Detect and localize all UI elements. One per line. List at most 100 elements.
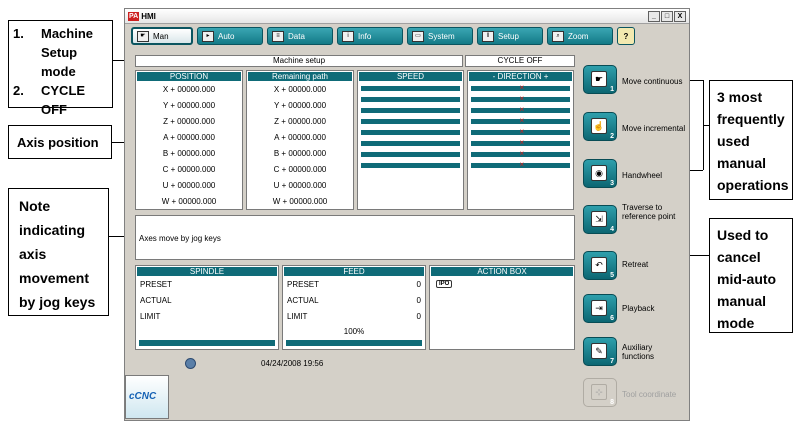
- button-number: 3: [610, 180, 614, 187]
- position-b: B + 00000.000: [162, 149, 216, 158]
- tab-info-label: Info: [358, 31, 372, 41]
- window-title: HMI: [141, 11, 156, 21]
- direction-marker: ×: [519, 116, 525, 125]
- axis-position-label: Axis position: [17, 135, 99, 150]
- remaining-z: Z + 00000.000: [274, 117, 326, 126]
- tab-zoom[interactable]: ⌕ Zoom: [547, 27, 613, 45]
- tool-coordinate-icon: ⊹: [591, 384, 607, 400]
- remaining-b: B + 00000.000: [273, 149, 327, 158]
- tab-system-label: System: [428, 31, 455, 41]
- position-u: U + 00000.000: [162, 181, 216, 190]
- position-panel: POSITION X + 00000.000 Y + 00000.000 Z +…: [135, 70, 243, 210]
- feed-actual-value: 0: [416, 296, 421, 305]
- direction-bar-u: ×: [471, 149, 570, 158]
- tool-coordinate-label: Tool coordinate: [622, 390, 677, 399]
- handwheel-button[interactable]: ◉ 3: [583, 159, 617, 188]
- direction-marker: ×: [519, 83, 525, 92]
- speed-bar-u: [361, 152, 460, 157]
- auxiliary-functions-button[interactable]: ✎ 7: [583, 337, 617, 366]
- remaining-u: U + 00000.000: [273, 181, 327, 190]
- main-area: Machine setup CYCLE OFF POSITION X + 000…: [131, 55, 579, 350]
- hand-icon: ☛: [137, 30, 149, 42]
- tool-coordinate-button[interactable]: ⊹ 8: [583, 378, 617, 407]
- feed-header: FEED: [284, 267, 424, 276]
- tab-info[interactable]: i Info: [337, 27, 403, 45]
- handwheel-label: Handwheel: [622, 171, 663, 180]
- spindle-preset-label: PRESET: [140, 280, 173, 289]
- help-button[interactable]: ?: [617, 27, 635, 45]
- position-header: POSITION: [137, 72, 241, 81]
- remaining-y: Y + 00000.000: [273, 101, 327, 110]
- position-a: A + 00000.000: [163, 133, 215, 142]
- logo-text: cCNC: [129, 391, 157, 402]
- move-continuous-button[interactable]: ☛ 1: [583, 65, 617, 94]
- zoom-icon: ⌕: [552, 30, 564, 42]
- position-w: W + 00000.000: [161, 197, 217, 206]
- button-number: 4: [610, 226, 614, 233]
- feed-panel: FEED PRESET 0 ACTUAL 0 LIMIT 0 100%: [282, 265, 426, 350]
- tab-system[interactable]: ▭ System: [407, 27, 473, 45]
- playback-button[interactable]: ⇥ 6: [583, 294, 617, 323]
- callout-text-1: Machine Setup mode: [41, 26, 94, 79]
- action-box-header: ACTION BOX: [431, 267, 573, 276]
- callout-num-1: 1.: [13, 26, 24, 41]
- retreat-button[interactable]: ↶ 5: [583, 251, 617, 280]
- button-number: 2: [610, 133, 614, 140]
- spindle-panel: SPINDLE PRESET ACTUAL LIMIT: [135, 265, 279, 350]
- speed-bar-w: [361, 163, 460, 168]
- cycle-status: CYCLE OFF: [465, 55, 575, 67]
- button-number: 5: [610, 272, 614, 279]
- button-number: 8: [610, 399, 614, 406]
- speed-bar-c: [361, 141, 460, 146]
- feed-preset-label: PRESET: [287, 280, 320, 289]
- direction-marker: ×: [519, 127, 525, 136]
- spindle-row: ACTUAL: [136, 293, 278, 309]
- position-z: Z + 00000.000: [163, 117, 215, 126]
- direction-bar-w: ×: [471, 160, 570, 169]
- traverse-reference-label: Traverse to reference point: [622, 203, 676, 221]
- tab-setup[interactable]: ‖ Setup: [477, 27, 543, 45]
- remaining-w: W + 00000.000: [272, 197, 328, 206]
- feed-bar: [286, 340, 422, 346]
- auxiliary-functions-icon: ✎: [591, 343, 607, 359]
- direction-marker: ×: [519, 105, 525, 114]
- traverse-reference-button[interactable]: ⇲ 4: [583, 205, 617, 234]
- ipo-badge: IPO: [436, 280, 453, 288]
- bracket-top: [688, 80, 703, 81]
- retreat-icon: ↶: [591, 257, 607, 273]
- handwheel-icon: ◉: [591, 165, 607, 181]
- speed-bar-y: [361, 97, 460, 102]
- feed-limit-label: LIMIT: [287, 312, 308, 321]
- speed-panel: SPEED: [357, 70, 464, 210]
- speed-bar-a: [361, 119, 460, 124]
- bracket-bottom: [688, 170, 703, 171]
- move-incremental-button[interactable]: ☝ 2: [583, 112, 617, 141]
- title-bar: PA HMI _ □ X: [125, 9, 689, 24]
- position-y: Y + 00000.000: [162, 101, 216, 110]
- tab-data[interactable]: ≡ Data: [267, 27, 333, 45]
- move-incremental-label: Move incremental: [622, 124, 686, 133]
- maximize-button[interactable]: □: [661, 10, 673, 22]
- feed-percent: 100%: [343, 327, 365, 336]
- feed-actual-label: ACTUAL: [287, 296, 319, 305]
- bracket-mid: [703, 125, 709, 126]
- tab-man[interactable]: ☛ Man: [131, 27, 193, 45]
- speed-header: SPEED: [359, 72, 462, 81]
- data-icon: ≡: [272, 30, 284, 42]
- spindle-bar: [139, 340, 275, 346]
- direction-marker: ×: [519, 149, 525, 158]
- direction-header: - DIRECTION +: [469, 72, 572, 81]
- tab-auto[interactable]: ▸ Auto: [197, 27, 263, 45]
- status-icon: [185, 358, 196, 369]
- close-button[interactable]: X: [674, 10, 686, 22]
- minimize-button[interactable]: _: [648, 10, 660, 22]
- auxiliary-functions-label: Auxiliary functions: [622, 343, 655, 361]
- mode-status: Machine setup: [135, 55, 463, 67]
- app-badge: PA: [128, 11, 140, 21]
- setup-icon: ‖: [482, 30, 494, 42]
- direction-bar-a: ×: [471, 116, 570, 125]
- callout-text-2: CYCLE OFF: [41, 83, 86, 117]
- remaining-header: Remaining path: [248, 72, 352, 81]
- feed-preset-value: 0: [416, 280, 421, 289]
- tab-data-label: Data: [288, 31, 305, 41]
